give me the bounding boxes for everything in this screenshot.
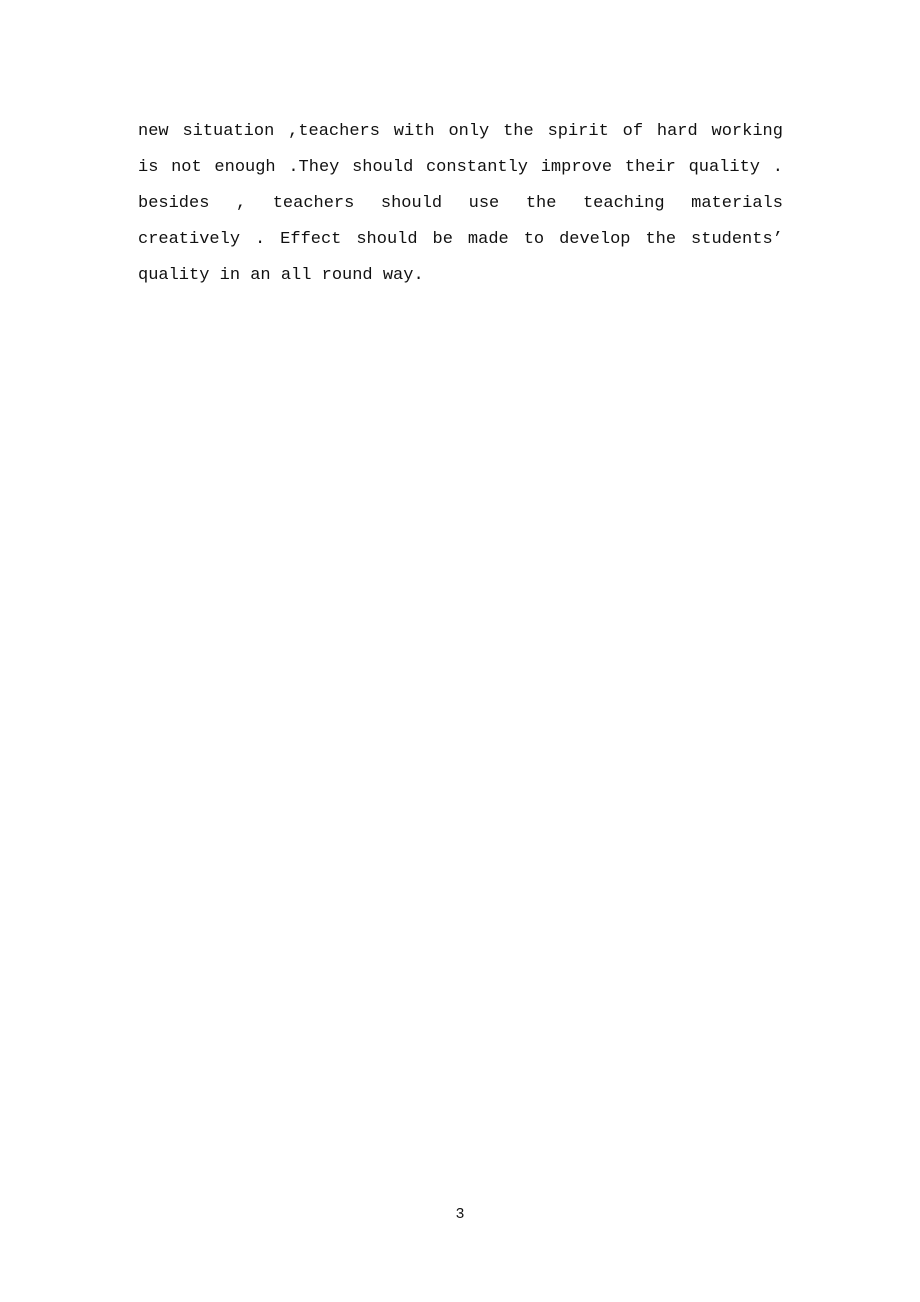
line-word: ,	[235, 194, 247, 213]
line-word: constantly	[425, 158, 529, 177]
line-word: the	[645, 230, 677, 249]
line-word: new	[138, 122, 169, 141]
line-word: .They	[288, 158, 340, 177]
line-word: should	[352, 158, 414, 177]
line-word: to	[523, 230, 545, 249]
document-page: new situation ,teachers with only the spirit of…	[0, 0, 920, 1302]
line-word: with	[393, 122, 435, 141]
line-word: should	[380, 194, 443, 213]
paragraph-line: creatively. Effect should be made to develop th…	[138, 222, 783, 258]
paragraph-line: is not enough .They should constantly improve t…	[138, 150, 783, 186]
line-word: Effect	[280, 230, 342, 249]
line-word: teaching	[582, 194, 665, 213]
line-word: ,teachers	[288, 122, 380, 141]
line-word: working	[711, 122, 783, 141]
line-word: develop	[559, 230, 631, 249]
line-word: besides	[138, 194, 210, 213]
line-word: should	[356, 230, 418, 249]
line-word: improve	[540, 158, 613, 177]
line-word: hard	[656, 122, 698, 141]
line-word: enough	[214, 158, 276, 177]
line-word: not	[171, 158, 202, 177]
page-number: 3	[455, 1206, 465, 1223]
line-word: quality	[688, 158, 760, 177]
paragraph-line: new situation ,teachers with only the spirit of…	[138, 114, 783, 150]
line-word: materials	[691, 194, 783, 213]
line-word: teachers	[272, 194, 355, 213]
document-text-body: new situation ,teachers with only the spirit of…	[138, 114, 783, 294]
line-word: .	[772, 158, 783, 177]
line-word: of	[622, 122, 644, 141]
line-word: the	[503, 122, 534, 141]
line-word: creatively	[138, 230, 241, 249]
line-word: is	[138, 158, 159, 177]
line-word: .	[255, 230, 266, 249]
paragraph-line: besides, teachers should use the teaching mate…	[138, 186, 783, 222]
line-word: students’	[691, 230, 783, 249]
line-word: their	[624, 158, 676, 177]
line-word: the	[525, 194, 557, 213]
line-word: use	[468, 194, 500, 213]
line-word: spirit	[547, 122, 609, 141]
line-text: quality in an all round way.	[138, 266, 424, 285]
line-word: situation	[182, 122, 275, 141]
line-word: only	[448, 122, 490, 141]
paragraph-line: quality in an all round way.	[138, 258, 783, 294]
line-word: made	[467, 230, 509, 249]
line-word: be	[432, 230, 453, 249]
